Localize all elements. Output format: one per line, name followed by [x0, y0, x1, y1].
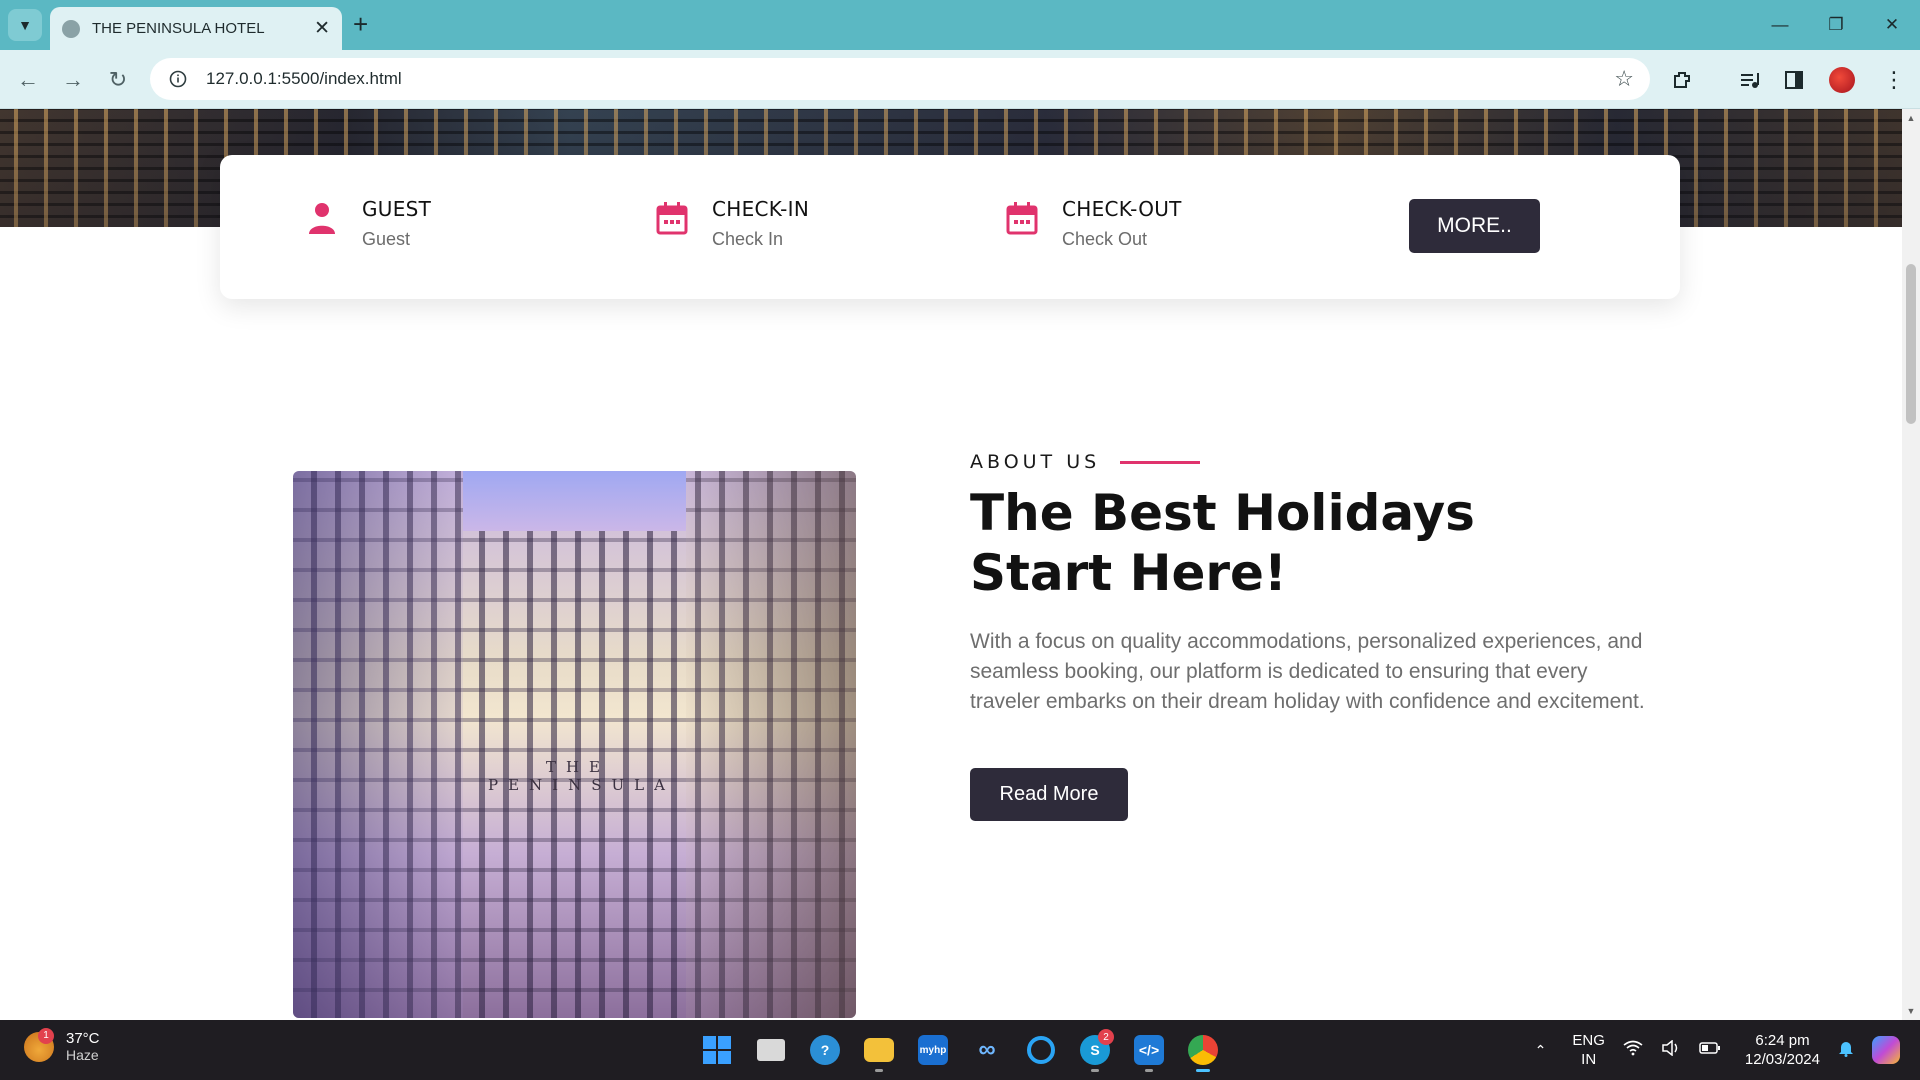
ring-icon	[1027, 1036, 1055, 1064]
bookmark-star-icon[interactable]: ☆	[1614, 66, 1634, 92]
chevron-up-icon[interactable]: ⌃	[1535, 1041, 1547, 1060]
folder-icon	[864, 1038, 894, 1062]
guest-label: GUEST	[362, 197, 432, 221]
region-code: IN	[1581, 1051, 1597, 1068]
side-panel-icon[interactable]	[1776, 62, 1812, 98]
scroll-up-icon[interactable]: ▲	[1906, 113, 1916, 123]
meta-app-button[interactable]: ∞	[960, 1026, 1014, 1074]
more-menu-icon[interactable]: ⋮	[1876, 62, 1912, 98]
system-tray: ⌃ ENG IN 6:24 pm 12/03/2024	[1517, 1020, 1900, 1080]
myhp-button[interactable]: myhp	[906, 1026, 960, 1074]
close-icon[interactable]: ✕	[314, 17, 330, 40]
checkin-label: CHECK-IN	[712, 197, 810, 221]
task-view-icon	[757, 1039, 785, 1061]
checkout-field[interactable]: CHECK-OUT Check Out	[1006, 197, 1182, 250]
clock-time: 6:24 pm	[1755, 1032, 1810, 1049]
file-explorer-button[interactable]	[852, 1026, 906, 1074]
scroll-thumb[interactable]	[1906, 264, 1916, 424]
browser-toolbar: ← → ↻ 127.0.0.1:5500/index.html ☆ ⋮	[0, 50, 1920, 109]
page-scrollbar[interactable]: ▲ ▼	[1902, 109, 1920, 1020]
tab-title: THE PENINSULA HOTEL	[92, 20, 265, 37]
checkin-value: Check In	[712, 229, 784, 249]
browser-title-bar: ▼ THE PENINSULA HOTEL ✕ + — ❐ ✕	[0, 0, 1920, 50]
globe-icon	[62, 19, 80, 38]
weather-sun-icon: 1	[24, 1027, 54, 1062]
skype-button[interactable]: S 2	[1068, 1026, 1122, 1074]
guest-value: Guest	[362, 229, 411, 249]
extensions-icon[interactable]	[1664, 62, 1700, 98]
calendar-icon	[656, 202, 688, 235]
window-controls: — ❐ ✕	[1752, 0, 1920, 50]
clock[interactable]: 6:24 pm 12/03/2024	[1745, 1031, 1820, 1069]
vscode-icon: </>	[1134, 1035, 1164, 1065]
new-tab-button[interactable]: +	[353, 10, 368, 38]
windows-icon	[703, 1036, 731, 1064]
about-heading: The Best Holidays Start Here!	[970, 484, 1475, 602]
language-code: ENG	[1572, 1032, 1605, 1049]
weather-condition: Haze	[66, 1047, 99, 1063]
start-button[interactable]	[690, 1026, 744, 1074]
image-sky	[463, 471, 686, 531]
about-kicker: ABOUT US	[970, 451, 1101, 473]
battery-icon[interactable]	[1699, 1041, 1721, 1060]
checkout-value: Check Out	[1062, 229, 1148, 249]
clock-date: 12/03/2024	[1744, 1051, 1820, 1068]
myhp-icon: myhp	[918, 1035, 948, 1065]
browser-tab[interactable]: THE PENINSULA HOTEL ✕	[50, 7, 342, 50]
scroll-down-icon[interactable]: ▼	[1906, 1006, 1916, 1016]
taskbar-apps: ? myhp ∞ S 2 </>	[690, 1026, 1230, 1074]
infinity-icon: ∞	[978, 1036, 996, 1063]
reload-icon[interactable]: ↻	[100, 62, 136, 98]
weather-widget[interactable]: 1 37°C Haze	[24, 1027, 100, 1063]
help-icon: ?	[810, 1035, 840, 1065]
site-info-icon[interactable]	[166, 67, 190, 91]
image-sign-text: THE PENINSULA	[488, 758, 675, 794]
checkin-field[interactable]: CHECK-IN Check In	[656, 197, 809, 250]
hotel-atrium-image: THE PENINSULA	[293, 471, 856, 1018]
about-body: With a focus on quality accommodations, …	[970, 630, 1645, 713]
guest-field[interactable]: GUEST Guest	[306, 197, 431, 250]
booking-card: GUEST Guest CHECK-IN Check In CHECK-OUT …	[220, 155, 1680, 299]
bell-icon[interactable]	[1838, 1039, 1854, 1062]
read-more-button[interactable]: Read More	[970, 768, 1128, 821]
copilot-icon[interactable]	[1872, 1036, 1900, 1064]
more-button[interactable]: MORE..	[1409, 199, 1540, 253]
weather-badge: 1	[38, 1027, 54, 1044]
user-icon	[309, 203, 335, 234]
chrome-button[interactable]	[1176, 1026, 1230, 1074]
restore-icon[interactable]: ❐	[1808, 0, 1864, 50]
kicker-divider	[1120, 460, 1201, 464]
taskbar: 1 37°C Haze ? myhp ∞ S 2 </> ⌃ ENG IN 6:…	[0, 1020, 1920, 1080]
media-controls-icon[interactable]	[1732, 62, 1768, 98]
volume-icon[interactable]	[1661, 1038, 1681, 1061]
skype-badge: 2	[1098, 1029, 1114, 1045]
help-app-button[interactable]: ?	[798, 1026, 852, 1074]
about-kicker-row: ABOUT US	[970, 451, 1201, 473]
profile-avatar[interactable]	[1824, 62, 1860, 98]
weather-temperature: 37°C	[66, 1030, 100, 1047]
back-arrow-icon[interactable]: ←	[10, 62, 46, 98]
close-window-icon[interactable]: ✕	[1864, 0, 1920, 50]
vscode-button[interactable]: </>	[1122, 1026, 1176, 1074]
checkout-label: CHECK-OUT	[1062, 197, 1182, 221]
page-viewport: GUEST Guest CHECK-IN Check In CHECK-OUT …	[0, 109, 1902, 1020]
tab-search-button[interactable]: ▼	[8, 9, 42, 41]
address-bar[interactable]: 127.0.0.1:5500/index.html ☆	[150, 58, 1650, 100]
minimize-icon[interactable]: —	[1752, 0, 1808, 50]
task-view-button[interactable]	[744, 1026, 798, 1074]
url-text: 127.0.0.1:5500/index.html	[206, 69, 402, 88]
chevron-down-icon: ▼	[18, 17, 32, 33]
wifi-icon[interactable]	[1623, 1040, 1643, 1061]
cortana-button[interactable]	[1014, 1026, 1068, 1074]
language-indicator[interactable]: ENG IN	[1572, 1031, 1605, 1069]
forward-arrow-icon[interactable]: →	[55, 62, 91, 98]
chrome-icon	[1188, 1035, 1218, 1065]
calendar-icon	[1006, 202, 1038, 235]
